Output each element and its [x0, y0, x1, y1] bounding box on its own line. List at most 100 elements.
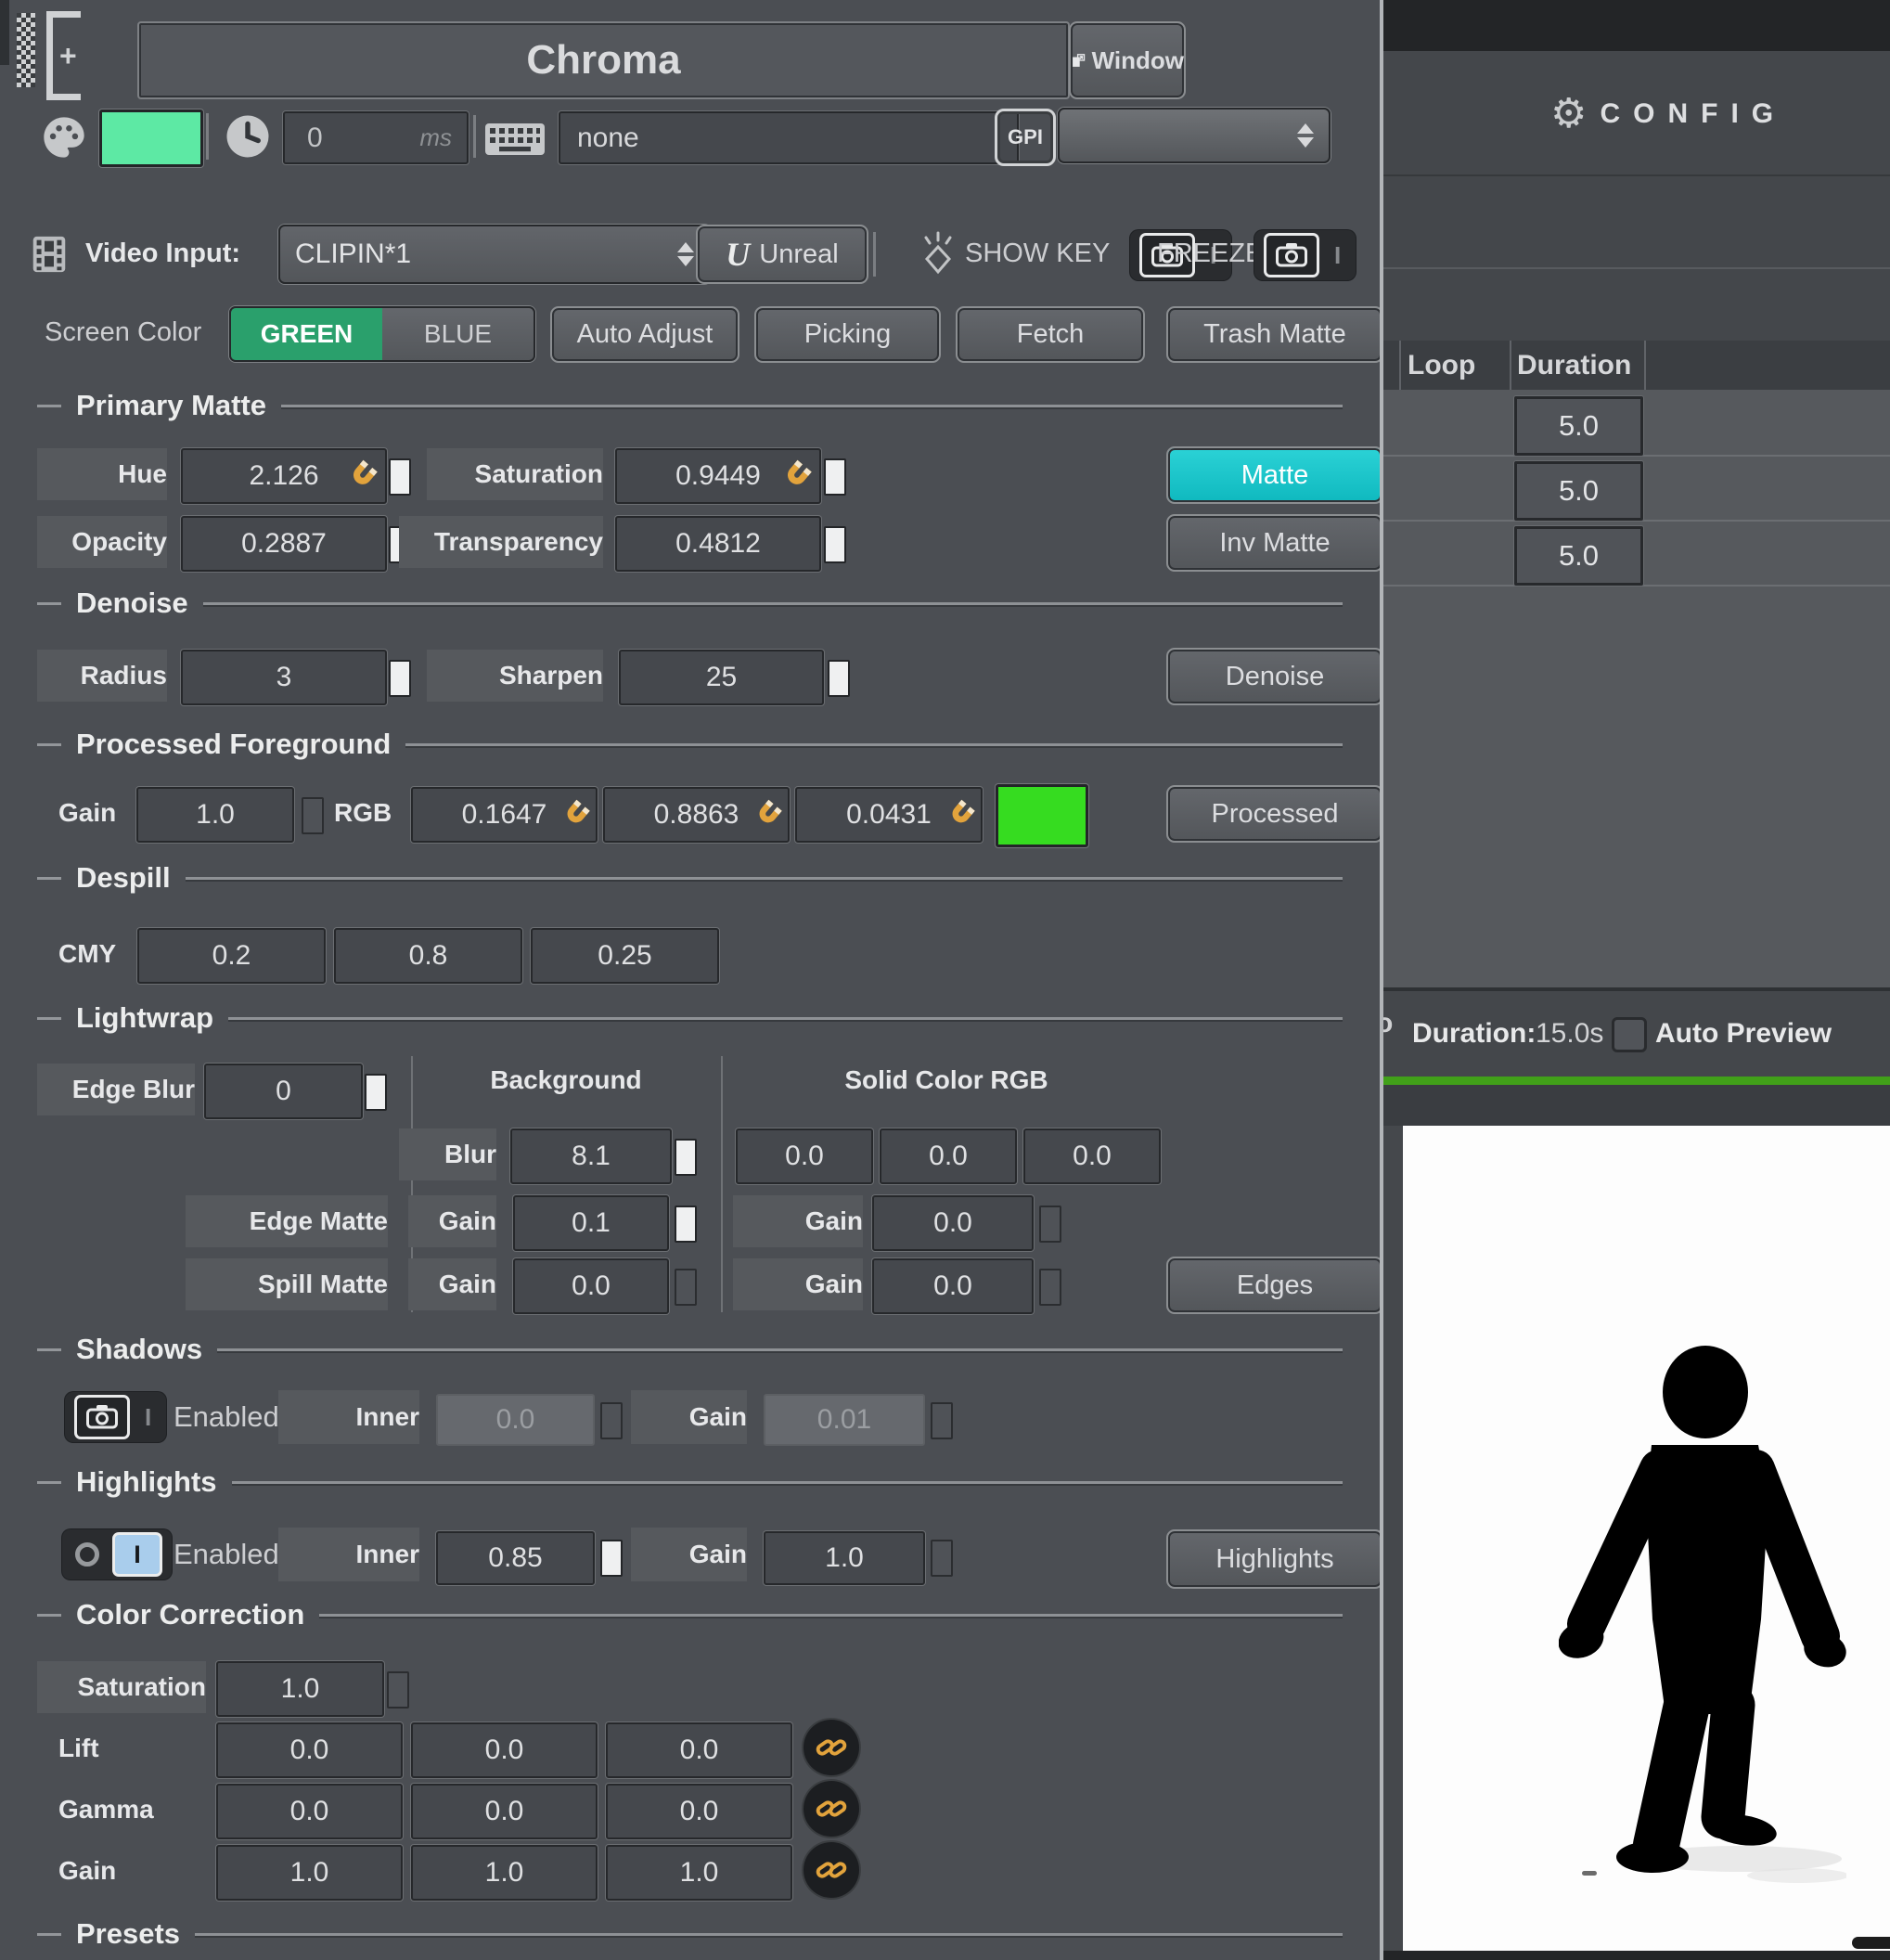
- gamma-r-field[interactable]: 0.0: [216, 1784, 403, 1839]
- blue-screen-button[interactable]: BLUE: [382, 308, 534, 360]
- unreal-button[interactable]: U Unreal: [696, 225, 868, 284]
- pf-gain-indicator[interactable]: [302, 797, 324, 834]
- shadows-gain-indicator[interactable]: [931, 1402, 953, 1439]
- edge-matte-gain-field[interactable]: 0.1: [513, 1195, 669, 1251]
- shadows-enabled-toggle[interactable]: I: [65, 1392, 166, 1442]
- panel-color-swatch[interactable]: [99, 110, 203, 167]
- duration-cell-1[interactable]: 5.0: [1514, 396, 1643, 456]
- edge-blur-field[interactable]: 0: [204, 1064, 363, 1119]
- freeze-toggle[interactable]: I: [1254, 230, 1356, 280]
- highlights-inner-indicator[interactable]: [600, 1540, 623, 1577]
- opacity-field[interactable]: 0.2887: [181, 516, 387, 572]
- window-button[interactable]: Window: [1069, 21, 1186, 99]
- gpi-select[interactable]: [1058, 108, 1331, 163]
- config-button[interactable]: ⚙ CONFIG: [1550, 88, 1890, 140]
- edge-solid-gain-field[interactable]: 0.0: [872, 1195, 1034, 1251]
- solid-b-field[interactable]: 0.0: [1023, 1128, 1161, 1184]
- progress-bar[interactable]: [1383, 1077, 1890, 1085]
- highlights-inner-field[interactable]: 0.85: [436, 1531, 595, 1585]
- gamma-link-button[interactable]: [804, 1781, 859, 1837]
- video-input-select[interactable]: CLIPIN*1: [278, 225, 711, 284]
- insert-cursor-icon[interactable]: [17, 13, 35, 87]
- highlights-gain-indicator[interactable]: [931, 1540, 953, 1577]
- background-blur-field[interactable]: 8.1: [510, 1128, 672, 1184]
- saturation-indicator[interactable]: [824, 458, 846, 496]
- background-blur-indicator[interactable]: [675, 1139, 697, 1176]
- despill-m-field[interactable]: 0.8: [334, 928, 522, 984]
- edges-button[interactable]: Edges: [1166, 1257, 1383, 1314]
- processed-button[interactable]: Processed: [1166, 785, 1383, 843]
- spinner-arrows-icon[interactable]: [677, 242, 694, 266]
- toggle-i-option[interactable]: I: [1329, 241, 1346, 270]
- pf-blue-field[interactable]: 0.0431: [795, 787, 983, 843]
- lift-g-field[interactable]: 0.0: [411, 1722, 598, 1778]
- spinner-arrows-icon[interactable]: [1297, 123, 1314, 148]
- magnet-icon[interactable]: [554, 793, 596, 835]
- radius-field[interactable]: 3: [181, 650, 387, 705]
- solid-r-field[interactable]: 0.0: [736, 1128, 873, 1184]
- edge-blur-indicator[interactable]: [365, 1074, 387, 1111]
- radius-indicator[interactable]: [389, 660, 411, 697]
- despill-y-field[interactable]: 0.25: [531, 928, 719, 984]
- saturation-field[interactable]: 0.9449: [615, 448, 821, 504]
- duration-cell-3[interactable]: 5.0: [1514, 526, 1643, 586]
- cc-gain-b-field[interactable]: 1.0: [606, 1845, 792, 1901]
- spill-matte-gain-indicator[interactable]: [675, 1269, 697, 1306]
- cc-gain-r-field[interactable]: 1.0: [216, 1845, 403, 1901]
- duration-cell-2[interactable]: 5.0: [1514, 461, 1643, 521]
- spill-matte-gain-field[interactable]: 0.0: [513, 1258, 669, 1314]
- auto-adjust-button[interactable]: Auto Adjust: [550, 306, 739, 363]
- pf-green-field[interactable]: 0.8863: [603, 787, 790, 843]
- gamma-g-field[interactable]: 0.0: [411, 1784, 598, 1839]
- keyboard-shortcut-field[interactable]: none: [559, 111, 1019, 164]
- delay-field[interactable]: 0 ms: [283, 111, 469, 164]
- spill-solid-gain-field[interactable]: 0.0: [872, 1258, 1034, 1314]
- toggle-i-option[interactable]: I: [139, 1403, 157, 1432]
- trash-matte-button[interactable]: Trash Matte: [1166, 306, 1383, 363]
- magnet-icon[interactable]: [939, 793, 981, 835]
- pf-color-swatch[interactable]: [996, 784, 1088, 847]
- matte-button[interactable]: Matte: [1166, 446, 1383, 504]
- cc-gain-link-button[interactable]: [804, 1842, 859, 1898]
- cc-gain-g-field[interactable]: 1.0: [411, 1845, 598, 1901]
- green-screen-button[interactable]: GREEN: [231, 308, 382, 360]
- transparency-field[interactable]: 0.4812: [615, 516, 821, 572]
- cc-saturation-indicator[interactable]: [387, 1671, 409, 1709]
- lift-b-field[interactable]: 0.0: [606, 1722, 792, 1778]
- inv-matte-button[interactable]: Inv Matte: [1166, 514, 1383, 572]
- camera-icon[interactable]: [74, 1395, 130, 1439]
- loop-column-header[interactable]: Loop: [1408, 341, 1475, 390]
- hue-indicator[interactable]: [389, 458, 411, 496]
- auto-preview-checkbox[interactable]: [1612, 1017, 1647, 1052]
- camera-icon[interactable]: [1264, 233, 1319, 277]
- preview-viewport[interactable]: [1403, 1126, 1890, 1951]
- highlights-button[interactable]: Highlights: [1166, 1529, 1383, 1589]
- fetch-button[interactable]: Fetch: [956, 306, 1145, 363]
- edge-matte-gain-indicator[interactable]: [675, 1206, 697, 1243]
- pf-red-field[interactable]: 0.1647: [411, 787, 598, 843]
- denoise-button[interactable]: Denoise: [1166, 648, 1383, 705]
- transparency-indicator[interactable]: [824, 526, 846, 563]
- magnet-icon[interactable]: [746, 793, 788, 835]
- highlights-enabled-toggle[interactable]: I: [62, 1529, 172, 1580]
- picking-button[interactable]: Picking: [754, 306, 941, 363]
- gamma-b-field[interactable]: 0.0: [606, 1784, 792, 1839]
- duration-column-header[interactable]: Duration: [1517, 341, 1631, 390]
- magnet-icon[interactable]: [774, 454, 818, 498]
- clock-icon[interactable]: [221, 111, 275, 161]
- panel-title-field[interactable]: Chroma: [137, 21, 1070, 99]
- keyboard-icon[interactable]: [484, 119, 546, 160]
- shadows-inner-indicator[interactable]: [600, 1402, 623, 1439]
- highlights-gain-field[interactable]: 1.0: [764, 1531, 925, 1585]
- spill-solid-gain-indicator[interactable]: [1039, 1269, 1061, 1306]
- hue-field[interactable]: 2.126: [181, 448, 387, 504]
- lift-link-button[interactable]: [804, 1720, 859, 1775]
- sharpen-field[interactable]: 25: [619, 650, 824, 705]
- palette-icon[interactable]: [35, 113, 93, 161]
- pf-gain-field[interactable]: 1.0: [136, 787, 294, 843]
- despill-c-field[interactable]: 0.2: [137, 928, 326, 984]
- magnet-icon[interactable]: [340, 454, 384, 498]
- camera-off-icon[interactable]: [75, 1542, 99, 1567]
- cc-saturation-field[interactable]: 1.0: [216, 1661, 384, 1717]
- toggle-i-option-selected[interactable]: I: [112, 1532, 162, 1577]
